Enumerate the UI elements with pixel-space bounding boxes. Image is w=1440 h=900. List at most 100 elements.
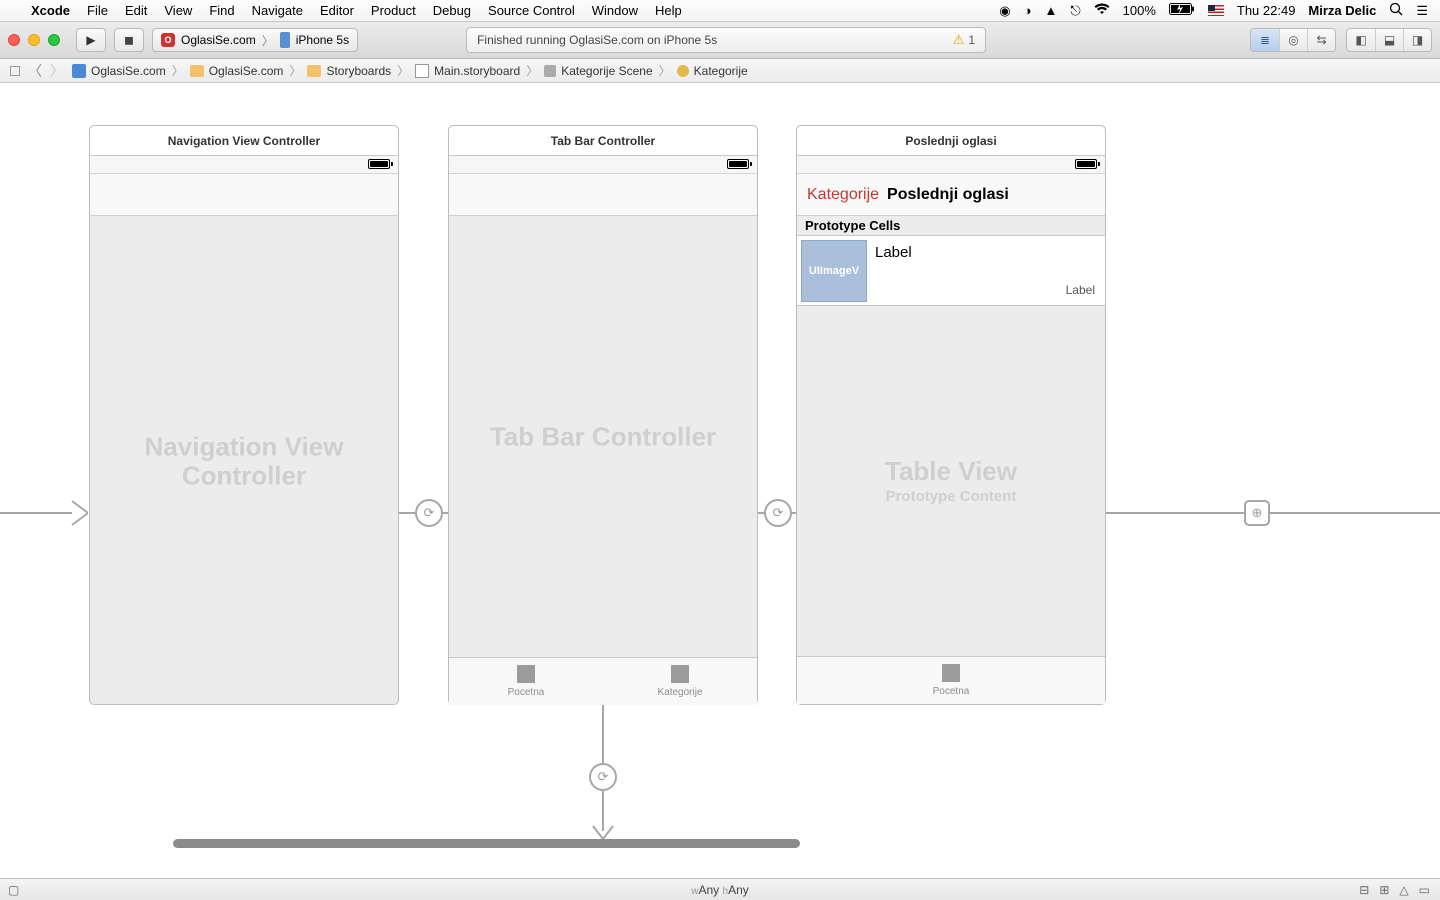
- segue-line: [602, 705, 604, 765]
- scene-title: Tab Bar Controller: [449, 126, 757, 156]
- back-button[interactable]: 〈: [24, 61, 46, 81]
- cell-label-2[interactable]: Label: [1066, 283, 1095, 297]
- panel-group: ◧ ⬓ ◨: [1346, 28, 1432, 52]
- toggle-utilities-button[interactable]: ◨: [1403, 29, 1431, 51]
- editor-mode-group: ≣ ◎ ⇆: [1250, 28, 1336, 52]
- standard-editor-button[interactable]: ≣: [1251, 29, 1279, 51]
- status-bar: [797, 156, 1105, 174]
- status-text: Finished running OglasiSe.com on iPhone …: [477, 33, 717, 47]
- segue-line: [1106, 512, 1256, 514]
- spotlight-icon[interactable]: [1389, 2, 1403, 19]
- resolve-button[interactable]: △: [1399, 883, 1408, 897]
- scene-tab-bar-controller[interactable]: Tab Bar Controller Tab Bar Controller Po…: [448, 125, 758, 705]
- segue-line: [1270, 512, 1440, 514]
- status-bar: [449, 156, 757, 174]
- xcode-toolbar: ▶ ◼ O OglasiSe.com 〉 iPhone 5s Finished …: [0, 22, 1440, 59]
- scheme-selector[interactable]: O OglasiSe.com 〉 iPhone 5s: [152, 28, 358, 52]
- scene-poslednji-oglasi[interactable]: Poslednji oglasi Kategorije Poslednji og…: [796, 125, 1106, 705]
- menu-product[interactable]: Product: [371, 3, 416, 18]
- jump-bar: 〈 〉 OglasiSe.com 〉 OglasiSe.com 〉 Storyb…: [0, 59, 1440, 83]
- battery-icon: [1075, 159, 1097, 169]
- folder-icon: [190, 65, 204, 77]
- menu-navigate[interactable]: Navigate: [252, 3, 303, 18]
- segue-node[interactable]: ⟳: [764, 499, 792, 527]
- tab-item-pocetna[interactable]: Pocetna: [449, 658, 603, 705]
- user-name[interactable]: Mirza Delic: [1308, 3, 1376, 18]
- tab-item-pocetna[interactable]: Pocetna: [797, 657, 1105, 704]
- image-view[interactable]: UIImageV: [801, 240, 867, 302]
- initial-vc-arrow[interactable]: [0, 491, 88, 535]
- crumb-file[interactable]: Main.storyboard: [411, 64, 524, 78]
- scene-navigation-controller[interactable]: Navigation View Controller Navigation Vi…: [89, 125, 399, 705]
- notification-center-icon[interactable]: ☰: [1416, 3, 1428, 19]
- prototype-cell[interactable]: UIImageV Label Label: [797, 236, 1105, 306]
- pin-button[interactable]: ⊞: [1379, 883, 1389, 897]
- toggle-navigator-button[interactable]: ◧: [1347, 29, 1375, 51]
- segue-node[interactable]: ⟳: [415, 499, 443, 527]
- prototype-cells-header: Prototype Cells: [797, 216, 1105, 236]
- issues-indicator[interactable]: ⚠ 1: [953, 32, 975, 48]
- storyboard-file-icon: [415, 64, 429, 78]
- mac-menubar: Xcode File Edit View Find Navigate Edito…: [0, 0, 1440, 22]
- scene-title: Navigation View Controller: [90, 126, 398, 156]
- project-icon: [72, 64, 86, 78]
- forward-button[interactable]: 〉: [46, 61, 68, 81]
- resize-button[interactable]: ▭: [1419, 883, 1430, 897]
- size-class-control[interactable]: wAny hAny: [691, 883, 749, 897]
- nav-back-button[interactable]: Kategorije: [807, 186, 879, 204]
- status-icon[interactable]: ◑: [1024, 3, 1032, 18]
- nav-title: Poslednji oglasi: [887, 186, 1009, 204]
- menu-window[interactable]: Window: [592, 3, 638, 18]
- crumb-storyboards[interactable]: Storyboards: [303, 64, 395, 78]
- menu-debug[interactable]: Debug: [433, 3, 471, 18]
- chevron-right-icon: 〉: [262, 32, 274, 49]
- wifi-icon[interactable]: [1094, 3, 1110, 18]
- stop-button[interactable]: ◼: [114, 28, 144, 52]
- view-controller-icon: [677, 65, 689, 77]
- scheme-app-name: OglasiSe.com: [181, 33, 256, 47]
- menu-edit[interactable]: Edit: [125, 3, 147, 18]
- navigation-bar: [449, 174, 757, 216]
- horizontal-scrollbar[interactable]: [173, 839, 800, 848]
- run-button[interactable]: ▶: [76, 28, 106, 52]
- clock[interactable]: Thu 22:49: [1237, 3, 1296, 18]
- menu-view[interactable]: View: [164, 3, 192, 18]
- assistant-editor-button[interactable]: ◎: [1279, 29, 1307, 51]
- storyboard-canvas[interactable]: Navigation View Controller Navigation Vi…: [0, 83, 1440, 878]
- menu-file[interactable]: File: [87, 3, 108, 18]
- viber-icon[interactable]: ◉: [999, 3, 1010, 19]
- app-menu[interactable]: Xcode: [31, 3, 70, 18]
- navigation-bar: [90, 174, 398, 216]
- placeholder-text: Table View Prototype Content: [797, 457, 1105, 505]
- crumb-item[interactable]: Kategorije: [673, 64, 752, 78]
- crumb-group[interactable]: OglasiSe.com: [186, 64, 288, 78]
- menu-help[interactable]: Help: [655, 3, 682, 18]
- segue-exit-node[interactable]: ⊕: [1244, 500, 1270, 526]
- segue-node[interactable]: ⟳: [589, 763, 617, 791]
- align-button[interactable]: ⊟: [1359, 883, 1369, 897]
- related-items-button[interactable]: [6, 66, 24, 76]
- input-flag-icon[interactable]: [1208, 5, 1224, 16]
- minimize-window-button[interactable]: [28, 34, 40, 46]
- editor-bottom-bar: ▢ wAny hAny ⊟ ⊞ △ ▭: [0, 878, 1440, 900]
- warning-count: 1: [968, 33, 975, 47]
- menu-find[interactable]: Find: [209, 3, 234, 18]
- battery-icon: [368, 159, 390, 169]
- placeholder-text: Tab Bar Controller: [449, 422, 757, 451]
- drive-icon[interactable]: ▲: [1044, 3, 1057, 18]
- device-icon: [280, 32, 290, 48]
- close-window-button[interactable]: [8, 34, 20, 46]
- menu-source-control[interactable]: Source Control: [488, 3, 575, 18]
- zoom-window-button[interactable]: [48, 34, 60, 46]
- document-outline-toggle[interactable]: ▢: [0, 883, 19, 897]
- menu-editor[interactable]: Editor: [320, 3, 354, 18]
- cell-label-1[interactable]: Label: [875, 244, 1093, 261]
- crumb-scene[interactable]: Kategorije Scene: [540, 64, 656, 78]
- tab-bar: Pocetna: [797, 656, 1105, 704]
- version-editor-button[interactable]: ⇆: [1307, 29, 1335, 51]
- sync-icon[interactable]: ⎋: [1070, 3, 1080, 19]
- tab-item-kategorije[interactable]: Kategorije: [603, 658, 757, 705]
- crumb-project[interactable]: OglasiSe.com: [68, 64, 170, 78]
- toggle-debug-button[interactable]: ⬓: [1375, 29, 1403, 51]
- warning-icon: ⚠: [953, 32, 965, 48]
